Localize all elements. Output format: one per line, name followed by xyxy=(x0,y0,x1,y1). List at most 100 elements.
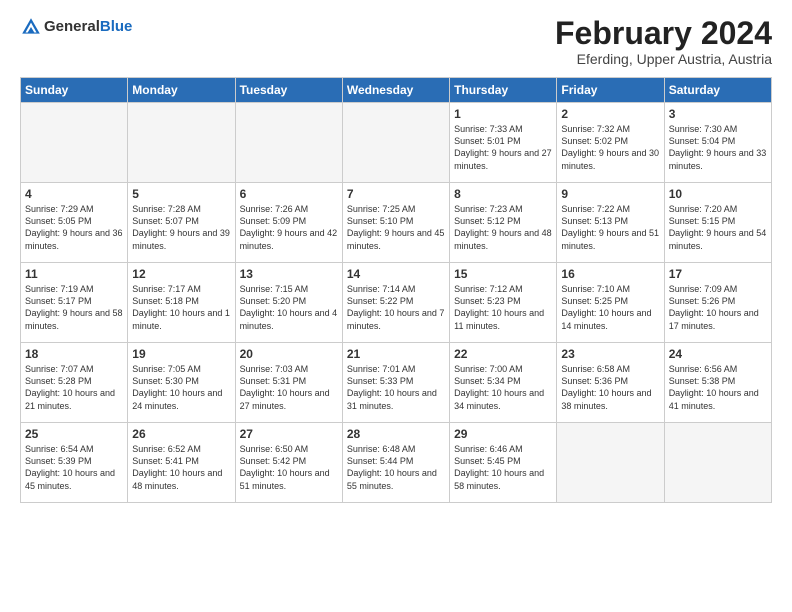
calendar-cell: 21 Sunrise: 7:01 AM Sunset: 5:33 PM Dayli… xyxy=(342,343,449,423)
calendar-cell: 13 Sunrise: 7:15 AM Sunset: 5:20 PM Dayli… xyxy=(235,263,342,343)
weekday-header: Monday xyxy=(128,78,235,103)
day-number: 2 xyxy=(561,107,659,121)
day-number: 3 xyxy=(669,107,767,121)
day-info: Sunrise: 6:46 AM Sunset: 5:45 PM Dayligh… xyxy=(454,443,552,492)
calendar-cell: 29 Sunrise: 6:46 AM Sunset: 5:45 PM Dayli… xyxy=(450,423,557,503)
day-number: 27 xyxy=(240,427,338,441)
day-number: 6 xyxy=(240,187,338,201)
day-number: 21 xyxy=(347,347,445,361)
calendar-cell xyxy=(21,103,128,183)
day-info: Sunrise: 7:09 AM Sunset: 5:26 PM Dayligh… xyxy=(669,283,767,332)
calendar-week-row: 1 Sunrise: 7:33 AM Sunset: 5:01 PM Daylig… xyxy=(21,103,772,183)
calendar-cell: 10Sunrise: 7:20 AM Sunset: 5:15 PM Dayli… xyxy=(664,183,771,263)
calendar-cell: 27 Sunrise: 6:50 AM Sunset: 5:42 PM Dayli… xyxy=(235,423,342,503)
day-number: 18 xyxy=(25,347,123,361)
logo-text: GeneralBlue xyxy=(44,19,132,36)
calendar-cell: 9 Sunrise: 7:22 AM Sunset: 5:13 PM Daylig… xyxy=(557,183,664,263)
day-number: 28 xyxy=(347,427,445,441)
calendar-cell: 5Sunrise: 7:28 AM Sunset: 5:07 PM Daylig… xyxy=(128,183,235,263)
day-number: 29 xyxy=(454,427,552,441)
calendar-cell: 4 Sunrise: 7:29 AM Sunset: 5:05 PM Daylig… xyxy=(21,183,128,263)
day-number: 5 xyxy=(132,187,230,201)
calendar-cell: 14 Sunrise: 7:14 AM Sunset: 5:22 PM Dayli… xyxy=(342,263,449,343)
day-info: Sunrise: 7:00 AM Sunset: 5:34 PM Dayligh… xyxy=(454,363,552,412)
day-info: Sunrise: 6:50 AM Sunset: 5:42 PM Dayligh… xyxy=(240,443,338,492)
calendar-cell: 15 Sunrise: 7:12 AM Sunset: 5:23 PM Dayli… xyxy=(450,263,557,343)
day-number: 13 xyxy=(240,267,338,281)
day-info: Sunrise: 7:30 AM Sunset: 5:04 PM Dayligh… xyxy=(669,123,767,172)
day-number: 9 xyxy=(561,187,659,201)
calendar-cell: 7 Sunrise: 7:25 AM Sunset: 5:10 PM Daylig… xyxy=(342,183,449,263)
day-number: 1 xyxy=(454,107,552,121)
subtitle: Eferding, Upper Austria, Austria xyxy=(555,51,772,67)
day-number: 15 xyxy=(454,267,552,281)
calendar-cell xyxy=(342,103,449,183)
day-number: 19 xyxy=(132,347,230,361)
logo: GeneralBlue xyxy=(20,16,132,38)
calendar-cell: 24 Sunrise: 6:56 AM Sunset: 5:38 PM Dayli… xyxy=(664,343,771,423)
page: GeneralBlue February 2024 Eferding, Uppe… xyxy=(0,0,792,513)
day-info: Sunrise: 7:26 AM Sunset: 5:09 PM Dayligh… xyxy=(240,203,338,252)
day-info: Sunrise: 7:32 AM Sunset: 5:02 PM Dayligh… xyxy=(561,123,659,172)
weekday-header: Thursday xyxy=(450,78,557,103)
day-info: Sunrise: 7:20 AM Sunset: 5:15 PM Dayligh… xyxy=(669,203,767,252)
day-info: Sunrise: 6:52 AM Sunset: 5:41 PM Dayligh… xyxy=(132,443,230,492)
day-info: Sunrise: 7:22 AM Sunset: 5:13 PM Dayligh… xyxy=(561,203,659,252)
day-info: Sunrise: 7:25 AM Sunset: 5:10 PM Dayligh… xyxy=(347,203,445,252)
day-info: Sunrise: 6:54 AM Sunset: 5:39 PM Dayligh… xyxy=(25,443,123,492)
day-number: 26 xyxy=(132,427,230,441)
day-number: 23 xyxy=(561,347,659,361)
day-number: 14 xyxy=(347,267,445,281)
day-info: Sunrise: 7:12 AM Sunset: 5:23 PM Dayligh… xyxy=(454,283,552,332)
calendar-cell: 20 Sunrise: 7:03 AM Sunset: 5:31 PM Dayli… xyxy=(235,343,342,423)
day-info: Sunrise: 7:10 AM Sunset: 5:25 PM Dayligh… xyxy=(561,283,659,332)
day-info: Sunrise: 7:07 AM Sunset: 5:28 PM Dayligh… xyxy=(25,363,123,412)
day-number: 25 xyxy=(25,427,123,441)
calendar-cell: 2 Sunrise: 7:32 AM Sunset: 5:02 PM Daylig… xyxy=(557,103,664,183)
calendar-week-row: 25 Sunrise: 6:54 AM Sunset: 5:39 PM Dayli… xyxy=(21,423,772,503)
day-info: Sunrise: 6:48 AM Sunset: 5:44 PM Dayligh… xyxy=(347,443,445,492)
weekday-header: Sunday xyxy=(21,78,128,103)
calendar-cell xyxy=(557,423,664,503)
logo-icon xyxy=(20,16,42,38)
day-number: 17 xyxy=(669,267,767,281)
day-info: Sunrise: 7:33 AM Sunset: 5:01 PM Dayligh… xyxy=(454,123,552,172)
main-title: February 2024 xyxy=(555,16,772,51)
calendar-cell: 11 Sunrise: 7:19 AM Sunset: 5:17 PM Dayli… xyxy=(21,263,128,343)
calendar-week-row: 18 Sunrise: 7:07 AM Sunset: 5:28 PM Dayli… xyxy=(21,343,772,423)
day-info: Sunrise: 7:03 AM Sunset: 5:31 PM Dayligh… xyxy=(240,363,338,412)
day-number: 4 xyxy=(25,187,123,201)
day-number: 20 xyxy=(240,347,338,361)
calendar-cell: 18 Sunrise: 7:07 AM Sunset: 5:28 PM Dayli… xyxy=(21,343,128,423)
calendar-cell: 19Sunrise: 7:05 AM Sunset: 5:30 PM Dayli… xyxy=(128,343,235,423)
day-number: 24 xyxy=(669,347,767,361)
day-info: Sunrise: 7:29 AM Sunset: 5:05 PM Dayligh… xyxy=(25,203,123,252)
calendar-cell: 8Sunrise: 7:23 AM Sunset: 5:12 PM Daylig… xyxy=(450,183,557,263)
calendar-cell xyxy=(235,103,342,183)
calendar-cell: 16 Sunrise: 7:10 AM Sunset: 5:25 PM Dayli… xyxy=(557,263,664,343)
day-info: Sunrise: 7:17 AM Sunset: 5:18 PM Dayligh… xyxy=(132,283,230,332)
day-info: Sunrise: 7:15 AM Sunset: 5:20 PM Dayligh… xyxy=(240,283,338,332)
calendar-cell: 28 Sunrise: 6:48 AM Sunset: 5:44 PM Dayli… xyxy=(342,423,449,503)
day-info: Sunrise: 7:14 AM Sunset: 5:22 PM Dayligh… xyxy=(347,283,445,332)
calendar-cell: 6 Sunrise: 7:26 AM Sunset: 5:09 PM Daylig… xyxy=(235,183,342,263)
weekday-header: Tuesday xyxy=(235,78,342,103)
day-number: 11 xyxy=(25,267,123,281)
calendar-header-row: SundayMondayTuesdayWednesdayThursdayFrid… xyxy=(21,78,772,103)
day-info: Sunrise: 7:19 AM Sunset: 5:17 PM Dayligh… xyxy=(25,283,123,332)
calendar: SundayMondayTuesdayWednesdayThursdayFrid… xyxy=(20,77,772,503)
calendar-cell: 12Sunrise: 7:17 AM Sunset: 5:18 PM Dayli… xyxy=(128,263,235,343)
weekday-header: Wednesday xyxy=(342,78,449,103)
day-number: 16 xyxy=(561,267,659,281)
weekday-header: Saturday xyxy=(664,78,771,103)
day-number: 7 xyxy=(347,187,445,201)
calendar-cell: 3 Sunrise: 7:30 AM Sunset: 5:04 PM Daylig… xyxy=(664,103,771,183)
calendar-cell: 22 Sunrise: 7:00 AM Sunset: 5:34 PM Dayli… xyxy=(450,343,557,423)
header: GeneralBlue February 2024 Eferding, Uppe… xyxy=(20,16,772,67)
day-info: Sunrise: 7:01 AM Sunset: 5:33 PM Dayligh… xyxy=(347,363,445,412)
day-number: 22 xyxy=(454,347,552,361)
day-info: Sunrise: 7:23 AM Sunset: 5:12 PM Dayligh… xyxy=(454,203,552,252)
weekday-header: Friday xyxy=(557,78,664,103)
day-info: Sunrise: 6:56 AM Sunset: 5:38 PM Dayligh… xyxy=(669,363,767,412)
title-area: February 2024 Eferding, Upper Austria, A… xyxy=(555,16,772,67)
